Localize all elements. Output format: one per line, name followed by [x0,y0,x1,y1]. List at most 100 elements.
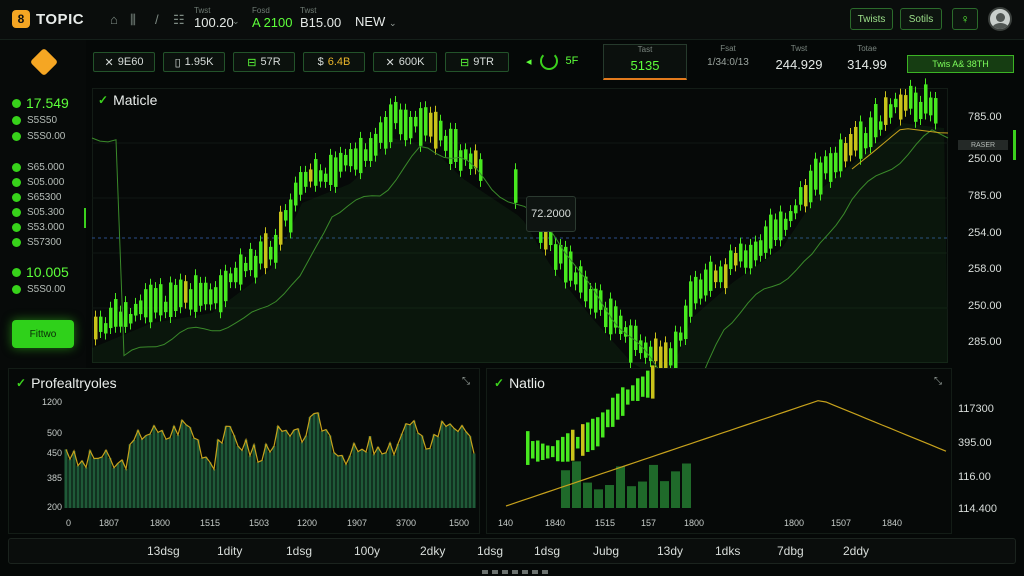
ticker-item[interactable]: ⊟ 57R [233,52,295,72]
timeframe-option[interactable]: 1dity [217,544,242,558]
timeframe-option[interactable]: 1dsg [477,544,503,558]
stat-card[interactable]: Twst 244.929 [770,44,828,80]
sidebar-logo-icon[interactable] [29,47,59,77]
status-dot-icon [12,267,21,277]
expand-icon[interactable]: ⤡ [462,376,470,387]
candle [724,264,728,289]
volume-bar [594,489,603,508]
chart-tooltip: 72.2000 [526,196,576,232]
list-item[interactable]: S53.000 [12,222,64,233]
main-candlestick-chart[interactable] [91,78,949,389]
candle [144,289,148,318]
pager-dots[interactable] [482,570,552,574]
bars-icon[interactable]: ⫼ [130,12,136,28]
list-item[interactable]: S5S0.00 [12,131,65,142]
list-item[interactable]: S57300 [12,237,61,248]
timeframe-option[interactable]: 100y [354,544,380,558]
stat-card[interactable]: Tast 5135 [603,44,687,80]
candle [169,282,173,318]
list-item[interactable]: S65.000 [12,162,64,173]
sidebar-mid-value-text: 10.005 [26,264,69,280]
new-menu[interactable]: NEW ⌄ [355,14,397,29]
y-axis-label: 500 [47,428,63,438]
ticker-item[interactable]: ✕ 600K [373,52,437,72]
candle [626,389,630,405]
candle [409,116,413,139]
sidebar-scrollbar[interactable] [84,208,86,228]
list-item[interactable]: S5S50 [12,115,57,126]
candle [134,303,138,316]
candle [834,152,838,173]
list-item[interactable]: S5S0.00 [12,284,65,295]
candle [199,282,203,306]
avatar[interactable] [988,7,1012,31]
candle [454,129,458,162]
list-item-label: S65.000 [27,162,65,173]
timeframe-option[interactable]: 13dy [657,544,683,558]
candle [739,243,743,262]
candle [844,143,848,162]
timeframe-option[interactable]: 13dsg [147,544,180,558]
timeframe-option[interactable]: Jubg [593,544,619,558]
candle [264,233,268,269]
x-axis-label: 1503 [249,518,270,528]
y-axis-label: 200 [47,502,63,512]
candle [574,272,578,285]
candle [794,205,798,214]
volume-bar [605,485,614,508]
y-axis-label: 450 [47,448,63,458]
market-badge[interactable]: Twis A& 38TH [907,55,1014,73]
list-item[interactable]: S05.300 [12,207,64,218]
app-title: TOPIC [36,10,85,28]
slash-icon[interactable]: / [155,12,159,27]
ratio-chart[interactable] [505,365,948,510]
list-item-label: S05.000 [27,177,65,188]
chevron-down-icon[interactable]: ⌄ [232,16,240,27]
stat-value: A 2100 [252,15,293,30]
list-item[interactable]: S05.000 [12,177,64,188]
candle [641,376,645,397]
list-item[interactable]: S65300 [12,192,61,203]
stat-card[interactable]: Fsat 1/34:0/13 [696,44,760,80]
right-scrollbar[interactable] [1013,130,1016,160]
candle [234,267,238,283]
candle [379,122,383,143]
candle [389,104,393,143]
candle [164,301,168,313]
candle [634,325,638,350]
topbar-stat-1: Twst 100.20 [194,6,234,30]
timeframe-option[interactable]: 1dsg [534,544,560,558]
list-icon[interactable]: ☷ [173,12,185,28]
timeframe-option[interactable]: 2ddy [843,544,869,558]
top-bar: 8 TOPIC ⌂ ⫼ / ☷ Twst 100.20 ⌄ Fosd A 210… [0,0,1024,40]
timeframe-option[interactable]: 2dky [420,544,445,558]
ticker-item[interactable]: $6.4B [303,52,365,72]
candle [576,436,580,449]
stat-card[interactable]: Totae 314.99 [838,44,896,80]
candle [684,305,688,340]
lightbulb-icon[interactable]: ♀ [952,8,978,30]
sotils-button[interactable]: Sotils [900,8,942,30]
candle [556,440,560,462]
ticker-item[interactable]: ▯ 1.95K [163,52,225,72]
ticker-item[interactable]: ✕ 9E60 [93,52,155,72]
home-icon[interactable]: ⌂ [110,12,118,27]
status-dot-icon [12,208,21,217]
stat-card-value: 5135 [630,58,660,73]
candle [334,157,338,187]
candle [709,261,713,291]
volume-area-chart[interactable] [64,396,476,508]
expand-icon[interactable]: ⤡ [934,376,942,387]
candle [99,316,103,332]
app-logo[interactable]: 8 TOPIC [12,10,84,28]
candle [581,424,585,456]
timeframe-option[interactable]: 1dks [715,544,740,558]
sidebar-action-button[interactable]: Fittwo [12,320,74,348]
ticker-item[interactable]: ⊟ 9TR [445,52,509,72]
timeframe-option[interactable]: 1dsg [286,544,312,558]
candle [434,111,438,149]
timeframe-option[interactable]: 7dbg [777,544,804,558]
refresh-control[interactable]: ◂ 5F [526,52,578,70]
twists-button[interactable]: Twists [850,8,893,30]
candle [184,281,188,303]
